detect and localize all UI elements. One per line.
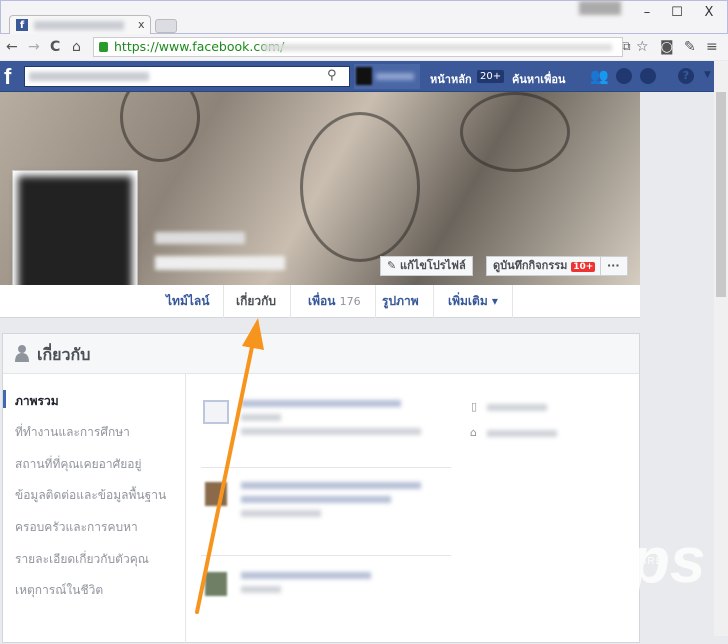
about-section: เกี่ยวกับ ภาพรวม ที่ทำงานและการศึกษา สถา… xyxy=(2,333,640,644)
activity-badge: 10+ xyxy=(571,262,596,272)
pen-icon[interactable]: ✎ xyxy=(684,39,696,55)
blurred-text xyxy=(241,572,371,579)
blurred-text xyxy=(241,414,281,421)
facebook-logo[interactable]: f xyxy=(4,64,11,90)
person-icon xyxy=(15,345,29,362)
menu-family-relationships[interactable]: ครอบครัวและการคบหา xyxy=(15,518,138,537)
watermark-text: Tips xyxy=(575,524,706,596)
blurred-text xyxy=(241,496,391,503)
blurred-text xyxy=(241,428,421,435)
browser-titlebar: f x – ☐ X xyxy=(0,0,728,35)
find-friends-link[interactable]: ค้นหาเพื่อน xyxy=(512,70,565,88)
menu-overview[interactable]: ภาพรวม xyxy=(15,392,59,411)
blurred-text xyxy=(241,586,281,593)
blurred-birthday xyxy=(487,430,557,437)
close-window-button[interactable]: X xyxy=(699,5,719,21)
home-badge: 20+ xyxy=(477,70,505,83)
back-icon[interactable]: ← xyxy=(6,39,18,55)
tab-close-icon[interactable]: x xyxy=(138,18,145,31)
search-value xyxy=(29,72,149,81)
maximize-button[interactable]: ☐ xyxy=(667,5,687,21)
active-indicator xyxy=(3,390,6,408)
home-link[interactable]: หน้าหลัก xyxy=(430,70,472,88)
address-bar[interactable]: https://www.facebook.com/ xyxy=(93,37,623,57)
tab-friends[interactable]: เพื่อน 176 xyxy=(294,285,376,318)
menu-work-education[interactable]: ที่ทำงานและการศึกษา xyxy=(15,423,130,442)
profile-name xyxy=(155,256,285,270)
more-options-button[interactable]: ··· xyxy=(600,256,628,276)
menu-contact-basic-info[interactable]: ข้อมูลติดต่อและข้อมูลพื้นฐาน xyxy=(15,486,166,505)
profile-name xyxy=(376,73,414,80)
notifications-globe-icon[interactable] xyxy=(640,68,656,84)
url-path xyxy=(262,44,612,51)
home-icon[interactable]: ⌂ xyxy=(72,39,81,55)
new-tab-button[interactable] xyxy=(155,19,177,33)
tab-friends-label: เพื่อน xyxy=(308,294,336,308)
activity-log-button[interactable]: ดูบันทึกกิจกรรม 10+ xyxy=(486,256,603,276)
activity-log-label: ดูบันทึกกิจกรรม xyxy=(493,259,568,272)
about-menu: ภาพรวม ที่ทำงานและการศึกษา สถานที่ที่คุณ… xyxy=(3,374,186,644)
tab-timeline[interactable]: ไทม์ไลน์ xyxy=(152,285,225,318)
lock-icon xyxy=(99,42,108,52)
blurred-phone xyxy=(487,404,547,411)
forward-icon[interactable]: → xyxy=(28,39,40,55)
work-item[interactable] xyxy=(201,386,451,468)
reload-icon[interactable]: C xyxy=(50,39,60,55)
search-icon[interactable]: ⚲ xyxy=(327,68,337,83)
url-text: https://www.facebook.com/ xyxy=(114,39,285,54)
bookmark-star-icon[interactable]: ☆ xyxy=(636,39,649,55)
profile-button[interactable] xyxy=(579,1,621,15)
tab-photos[interactable]: รูปภาพ xyxy=(368,285,434,318)
blurred-text xyxy=(241,482,421,489)
profile-tabs: ไทม์ไลน์ เกี่ยวกับ เพื่อน 176 รูปภาพ เพิ… xyxy=(0,285,640,318)
help-icon[interactable]: ? xyxy=(678,68,694,84)
profile-link[interactable] xyxy=(354,64,420,89)
search-input[interactable]: ⚲ xyxy=(24,66,350,87)
avatar xyxy=(356,67,372,85)
phone-icon: ▯ xyxy=(471,400,478,413)
menu-details-about-you[interactable]: รายละเอียดเกี่ยวกับตัวคุณ xyxy=(15,550,149,569)
blurred-text xyxy=(241,400,401,407)
education-item[interactable] xyxy=(201,468,451,556)
menu-icon[interactable]: ≡ xyxy=(706,39,718,55)
minimize-button[interactable]: – xyxy=(637,5,657,21)
friends-count: 176 xyxy=(339,295,361,308)
tab-title xyxy=(34,21,124,30)
facebook-header: f ⚲ หน้าหลัก 20+ ค้นหาเพื่อน 👥 ? ▼ xyxy=(0,61,716,92)
blurred-text xyxy=(241,510,321,517)
scrollbar-thumb[interactable] xyxy=(716,92,726,297)
tab-about[interactable]: เกี่ยวกับ xyxy=(222,285,292,318)
browser-tab[interactable]: f x xyxy=(9,15,151,35)
page-thumbnail xyxy=(205,482,227,506)
work-icon xyxy=(203,400,229,424)
location-item[interactable] xyxy=(201,556,451,626)
about-title: เกี่ยวกับ xyxy=(37,345,91,364)
pocket-icon[interactable]: ◙ xyxy=(660,39,674,55)
facebook-favicon-icon: f xyxy=(16,19,28,31)
translate-icon[interactable]: ⧉ xyxy=(622,39,631,54)
birthday-icon: ⌂ xyxy=(470,426,477,439)
profile-subname xyxy=(155,232,245,244)
page-thumbnail xyxy=(205,572,227,596)
tab-more[interactable]: เพิ่มเติม ▾ xyxy=(434,285,513,318)
edit-profile-label: แก้ไขโปรไฟล์ xyxy=(400,259,466,272)
menu-places-lived[interactable]: สถานที่ที่คุณเคยอาศัยอยู่ xyxy=(15,455,142,474)
edit-profile-button[interactable]: ✎ แก้ไขโปรไฟล์ xyxy=(380,256,473,276)
menu-life-events[interactable]: เหตุการณ์ในชีวิต xyxy=(15,581,103,600)
friend-requests-icon[interactable]: 👥 xyxy=(590,67,609,85)
messenger-icon[interactable] xyxy=(616,68,632,84)
chevron-down-icon[interactable]: ▼ xyxy=(704,70,711,80)
about-header: เกี่ยวกับ xyxy=(3,334,639,374)
